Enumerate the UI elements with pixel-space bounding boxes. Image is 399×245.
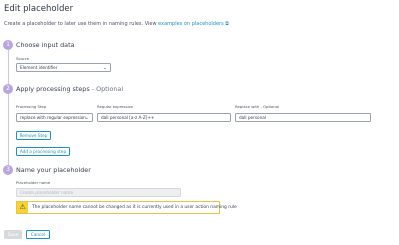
page-description: Create a placeholder to later use them i… [4,21,229,27]
warning-banner: ⚠ The placeholder name cannot be changed… [16,201,237,214]
description-text: Create a placeholder to later use them i… [4,21,159,27]
step-2-title-text: Apply processing steps [16,85,90,93]
warning-icon: ⚠ [19,203,26,211]
steps-rail [7,50,9,171]
replace-input[interactable]: dall personal [235,113,371,122]
remove-step-button[interactable]: Remove Step [16,131,51,140]
step-2-optional: - Optional [89,85,124,93]
source-select-value: Element identifier [20,65,58,70]
page-title: Edit placeholder [4,4,74,14]
processing-step-select[interactable]: replace with regular expression ⌄ [16,113,93,122]
placeholder-name-input[interactable]: Create placeholder name [16,188,181,197]
add-processing-step-button[interactable]: Add a processing step [16,147,70,156]
external-link-icon: ⧉ [225,21,229,27]
warning-text: The placeholder name cannot be changed a… [32,205,237,210]
processing-step-label: Processing Step [16,104,47,109]
chevron-down-icon: ⌄ [102,65,107,71]
warning-icon-box: ⚠ [17,202,28,214]
step-3-title: Name your placeholder [16,166,91,174]
step-2-indicator: 2 [3,84,13,94]
step-1-title-text: Choose input data [16,41,75,49]
placeholder-name-label: Placeholder name [16,180,51,185]
regex-label: Regular expression [97,104,134,109]
cancel-button[interactable]: Cancel [26,230,50,239]
processing-step-value: replace with regular expression [20,115,86,120]
step-1-indicator: 1 [3,40,13,50]
step-1-title: Choose input data [16,41,75,49]
save-button[interactable]: Save [4,230,22,239]
regex-input[interactable]: dall personal [a-z A-Z]++ [97,113,231,122]
chevron-down-icon: ⌄ [84,115,89,121]
edit-placeholder-page: Edit placeholder Create a placeholder to… [0,0,399,245]
replace-label: Replace with - Optional [235,104,280,109]
examples-link[interactable]: examples on placeholders [158,21,224,27]
step-2-title: Apply processing steps - Optional [16,85,123,93]
step-3-indicator: 3 [3,165,13,175]
source-select[interactable]: Element identifier ⌄ [16,63,111,72]
source-label: Source [16,56,30,61]
step-3-title-text: Name your placeholder [16,166,91,174]
